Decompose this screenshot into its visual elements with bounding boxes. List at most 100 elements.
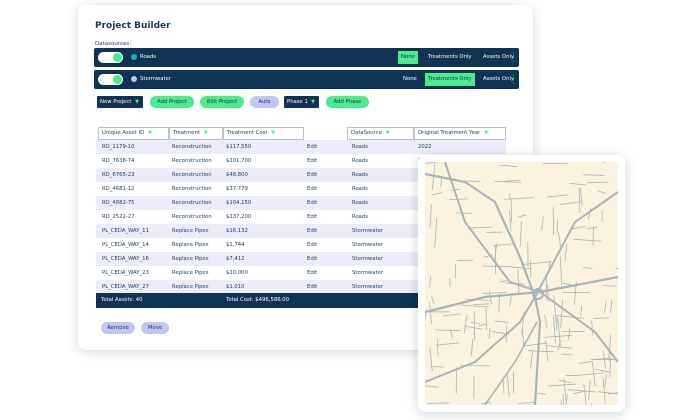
table-cell: PL_CEDA_WAY_27 [102,284,149,290]
table-cell: Stormwater [352,228,384,234]
table-cell: RD_4681-12 [102,186,135,192]
table-cell: Reconstruction [172,214,212,220]
minor-street [509,210,512,232]
minor-street [442,313,461,317]
map-card [418,155,625,412]
table-cell: $37,779 [226,186,248,192]
major-road [425,172,542,405]
table-cell: Roads [352,144,369,150]
minor-street [592,227,595,246]
option-treatments-only[interactable]: Treatments Only [425,51,475,64]
minor-street [544,334,572,338]
table-cell: Roads [352,158,369,164]
add-project-button[interactable]: Add Project [150,96,194,108]
caret-down-icon: ▼ [135,99,139,105]
column-header-original-year[interactable]: Original Treatment Year ▼ [414,127,506,140]
minor-street [435,329,461,332]
minor-street [560,299,564,328]
minor-street [556,219,559,234]
page-title: Project Builder [95,21,171,31]
minor-street [500,164,518,168]
total-assets: Total Assets: 40 [101,297,143,303]
table-cell: RD_6765-23 [102,172,135,178]
street-map[interactable] [425,162,618,405]
table-row[interactable]: RD_1179-10 Reconstruction $117,550 Edit Road… [96,140,506,154]
add-phase-button[interactable]: Add Phase [326,96,369,108]
table-cell: RD_2522-27 [102,214,135,220]
table-cell: Reconstruction [172,144,212,150]
column-header-treatment[interactable]: Treatment ▼ [169,127,223,140]
option-none[interactable]: None [400,73,420,86]
kebab-menu-icon[interactable]: · · · [512,72,515,88]
minor-street [604,373,607,388]
minor-street [517,269,520,294]
column-header-asset-id[interactable]: Unique Asset ID ▼ [98,127,169,140]
minor-street [615,268,618,270]
table-cell: RD_4882-75 [102,200,135,206]
minor-street [544,314,548,329]
minor-street [461,304,489,308]
minor-street [597,190,606,194]
minor-street [504,179,521,182]
edit-project-button[interactable]: Edit Project [200,96,244,108]
edit-link[interactable]: Edit [307,154,317,168]
project-select[interactable]: New Project ▼ [97,96,143,108]
minor-street [530,349,533,369]
minor-street [547,383,576,387]
auto-button[interactable]: Auto [250,96,279,108]
minor-street [547,194,569,198]
table-cell: RD_7638-74 [102,158,135,164]
edit-link[interactable]: Edit [307,196,317,210]
minor-street [580,305,583,317]
minor-street [473,303,489,306]
remove-button[interactable]: Remove [101,322,135,334]
minor-street [582,267,593,269]
minor-street [552,315,556,344]
roads-toggle[interactable] [98,52,123,63]
minor-street [503,197,534,200]
minor-street [429,276,432,288]
table-cell: $1,744 [226,242,245,248]
edit-link[interactable]: Edit [307,238,317,252]
edit-link[interactable]: Edit [307,140,317,154]
minor-street [506,372,510,397]
phase-select[interactable]: Phase 1 ▼ [284,96,319,108]
table-cell: Reconstruction [172,172,212,178]
minor-street [430,365,444,368]
minor-street [541,216,544,231]
table-cell: PL_CEDA_WAY_14 [102,242,149,248]
edit-link[interactable]: Edit [307,266,317,280]
stormwater-toggle[interactable] [98,74,123,85]
table-cell: PL_CEDA_WAY_16 [102,256,149,262]
stormwater-color-dot [131,76,137,82]
table-cell: Stormwater [352,284,384,290]
minor-street [432,192,443,196]
option-none[interactable]: None [398,51,418,64]
edit-link[interactable]: Edit [307,280,317,294]
table-cell: Stormwater [352,242,384,248]
edit-link[interactable]: Edit [307,168,317,182]
datasources-label: Datasources: [95,41,132,47]
minor-street [488,327,491,339]
minor-street [517,214,527,218]
option-treatments-only[interactable]: Treatments Only [425,73,475,86]
minor-street [591,320,594,336]
minor-street [560,201,582,205]
table-cell: Stormwater [352,270,384,276]
table-cell: Reconstruction [172,158,212,164]
column-header-datasource[interactable]: DataSource ▼ [347,127,414,140]
kebab-menu-icon[interactable]: · · · [512,50,515,66]
minor-street [434,217,438,248]
minor-street [456,212,472,214]
total-cost: Total Cost: $496,586.00 [226,297,289,303]
edit-link[interactable]: Edit [307,252,317,266]
minor-street [477,323,487,327]
edit-link[interactable]: Edit [307,210,317,224]
header-label: Unique Asset ID [102,130,145,136]
move-button[interactable]: Move [141,322,169,334]
edit-link[interactable]: Edit [307,224,317,238]
table-cell: $104,150 [226,200,252,206]
minor-street [573,238,602,242]
edit-link[interactable]: Edit [307,182,317,196]
column-header-treatment-cost[interactable]: Treatment Cost ▼ [223,127,304,140]
